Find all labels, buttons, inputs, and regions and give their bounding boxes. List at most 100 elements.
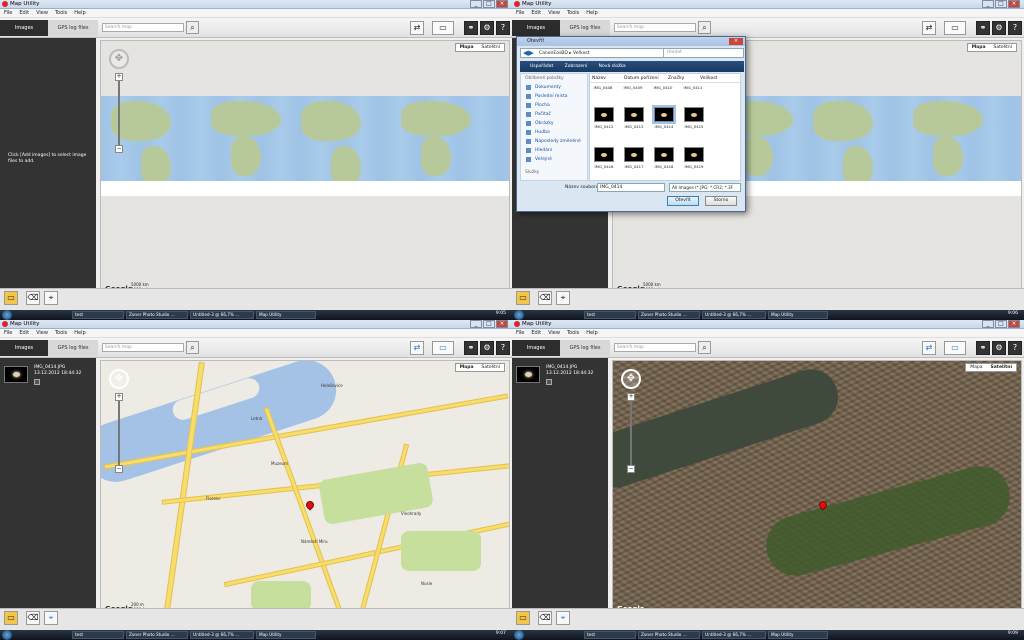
- menu-file[interactable]: File: [516, 9, 524, 17]
- task-map-utility[interactable]: Map Utility: [768, 311, 828, 319]
- menu-edit[interactable]: Edit: [531, 329, 541, 337]
- back-icon[interactable]: ◀▶: [523, 49, 534, 57]
- search-input[interactable]: Search map: [102, 23, 184, 32]
- sync-icon[interactable]: ⇄: [922, 341, 936, 355]
- file-thumbnail[interactable]: [594, 147, 614, 162]
- help-icon[interactable]: ?: [1008, 341, 1022, 355]
- folder-icon[interactable]: ▭: [516, 291, 530, 305]
- pan-control[interactable]: ✥: [621, 369, 641, 389]
- zoom-slider[interactable]: [118, 401, 120, 465]
- menu-tools[interactable]: Tools: [55, 329, 67, 337]
- col-size[interactable]: Velikost: [700, 74, 717, 83]
- zoom-control[interactable]: + −: [627, 393, 635, 473]
- folder-icon[interactable]: ▭: [4, 611, 18, 625]
- menu-edit[interactable]: Edit: [19, 9, 29, 17]
- zoom-in-button[interactable]: +: [115, 393, 123, 401]
- gear-icon[interactable]: ⚙: [992, 341, 1006, 355]
- map-view[interactable]: Holešovice Letná Vinohrady Florenc Náměs…: [100, 360, 510, 617]
- menu-view[interactable]: View: [548, 9, 560, 17]
- help-icon[interactable]: ?: [496, 21, 510, 35]
- file-label[interactable]: IMG_0419: [681, 164, 707, 169]
- col-name[interactable]: Název: [592, 74, 606, 83]
- zoom-out-button[interactable]: −: [627, 465, 635, 473]
- file-label[interactable]: IMG_0410: [650, 85, 676, 90]
- menu-view[interactable]: View: [36, 329, 48, 337]
- gear-icon[interactable]: ⚙: [480, 21, 494, 35]
- nav-music[interactable]: Hudba: [521, 128, 587, 137]
- crumb-folder-2[interactable]: Veľkost: [573, 51, 590, 56]
- task-map-utility[interactable]: Map Utility: [256, 311, 316, 319]
- help-icon[interactable]: ?: [1008, 21, 1022, 35]
- view-toggle-button[interactable]: ▭: [944, 21, 966, 35]
- zoom-control[interactable]: + −: [115, 393, 123, 473]
- search-icon[interactable]: ⌕: [186, 21, 199, 34]
- zoom-slider[interactable]: [630, 401, 632, 465]
- maximize-button[interactable]: □: [483, 0, 495, 8]
- tab-gps-log-files[interactable]: GPS log files: [48, 20, 98, 36]
- minimize-button[interactable]: _: [470, 320, 482, 328]
- folder-icon[interactable]: ▭: [4, 291, 18, 305]
- map-type-map[interactable]: Mapa: [456, 364, 478, 371]
- sync-icon[interactable]: ⇄: [410, 341, 424, 355]
- search-input[interactable]: Search map: [614, 343, 696, 352]
- menu-tools[interactable]: Tools: [567, 329, 579, 337]
- menu-help[interactable]: Help: [74, 9, 85, 17]
- search-icon[interactable]: ⌕: [698, 341, 711, 354]
- breadcrumb[interactable]: CanonEosBD ▸ Veľkost: [539, 50, 589, 57]
- map-type-map[interactable]: Mapa: [968, 44, 990, 51]
- zoom-control[interactable]: + −: [115, 73, 123, 153]
- file-type-select[interactable]: All Images (*.JPG; *.CR2; *.3F: [669, 183, 741, 192]
- map-type-satellite[interactable]: Satelitní: [477, 44, 504, 51]
- file-thumbnail[interactable]: [684, 147, 704, 162]
- col-date[interactable]: Datum pořízení: [624, 74, 659, 83]
- task-zoner[interactable]: Zoner Photo Studio ...: [126, 631, 188, 639]
- map-type-map[interactable]: Mapa: [966, 364, 986, 371]
- folder-icon[interactable]: ▭: [516, 611, 530, 625]
- gear-icon[interactable]: ⚙: [992, 21, 1006, 35]
- file-thumbnail[interactable]: [594, 107, 614, 122]
- maximize-button[interactable]: □: [995, 320, 1007, 328]
- map-view[interactable]: MapaSatelitní ✥ +− Google Nahlásit chybu…: [612, 360, 1022, 617]
- help-icon[interactable]: ?: [496, 341, 510, 355]
- pan-control[interactable]: ✥: [109, 49, 129, 69]
- task-zoner[interactable]: Zoner Photo Studio ...: [638, 631, 700, 639]
- file-label[interactable]: IMG_0408: [590, 85, 616, 90]
- remove-image-icon[interactable]: ⌫: [26, 291, 40, 305]
- dialog-close-button[interactable]: ×: [729, 38, 743, 45]
- menu-edit[interactable]: Edit: [19, 329, 29, 337]
- remove-image-icon[interactable]: ⌫: [538, 291, 552, 305]
- task-zoner[interactable]: Zoner Photo Studio ...: [126, 311, 188, 319]
- menu-file[interactable]: File: [516, 329, 524, 337]
- image-thumbnail[interactable]: [4, 366, 28, 383]
- zoom-slider[interactable]: [118, 81, 120, 145]
- menu-view[interactable]: View: [548, 329, 560, 337]
- map-type-satellite[interactable]: Satelitní: [987, 364, 1016, 371]
- close-button[interactable]: ×: [1008, 0, 1020, 8]
- nav-public[interactable]: Veřejné: [521, 155, 587, 164]
- tab-gps-log-files[interactable]: GPS log files: [560, 340, 610, 356]
- gear-icon[interactable]: ⚙: [480, 341, 494, 355]
- minimize-button[interactable]: _: [982, 0, 994, 8]
- file-thumbnail[interactable]: [684, 107, 704, 122]
- image-list-item[interactable]: IMG_0414.JPG 13.12.2012 18:44:32: [514, 362, 606, 388]
- maximize-button[interactable]: □: [483, 320, 495, 328]
- task-map-utility[interactable]: Map Utility: [768, 631, 828, 639]
- file-thumbnail[interactable]: [654, 147, 674, 162]
- close-button[interactable]: ×: [1008, 320, 1020, 328]
- menu-help[interactable]: Help: [586, 9, 597, 17]
- pan-control[interactable]: ✥: [109, 369, 129, 389]
- file-thumbnail[interactable]: [624, 107, 644, 122]
- image-list-item[interactable]: IMG_0414.JPG 13.12.2012 18:44:32: [2, 362, 94, 388]
- start-button[interactable]: [2, 310, 12, 320]
- nav-documents[interactable]: Dokumenty: [521, 83, 587, 92]
- geotag-icon[interactable]: ⌖: [44, 611, 58, 625]
- file-label[interactable]: IMG_0415: [681, 124, 707, 129]
- task-test[interactable]: test: [584, 631, 636, 639]
- image-thumbnail[interactable]: [516, 366, 540, 383]
- map-type-map[interactable]: Mapa: [456, 44, 478, 51]
- maximize-button[interactable]: □: [995, 0, 1007, 8]
- task-untitled[interactable]: Untitled-3 @ 66,7% ...: [190, 311, 254, 319]
- zoom-in-button[interactable]: +: [627, 393, 635, 401]
- map-view[interactable]: MapaSatelitní ✥ +− Google 5000 km5000 mi…: [100, 40, 510, 297]
- file-label[interactable]: IMG_0413: [621, 124, 647, 129]
